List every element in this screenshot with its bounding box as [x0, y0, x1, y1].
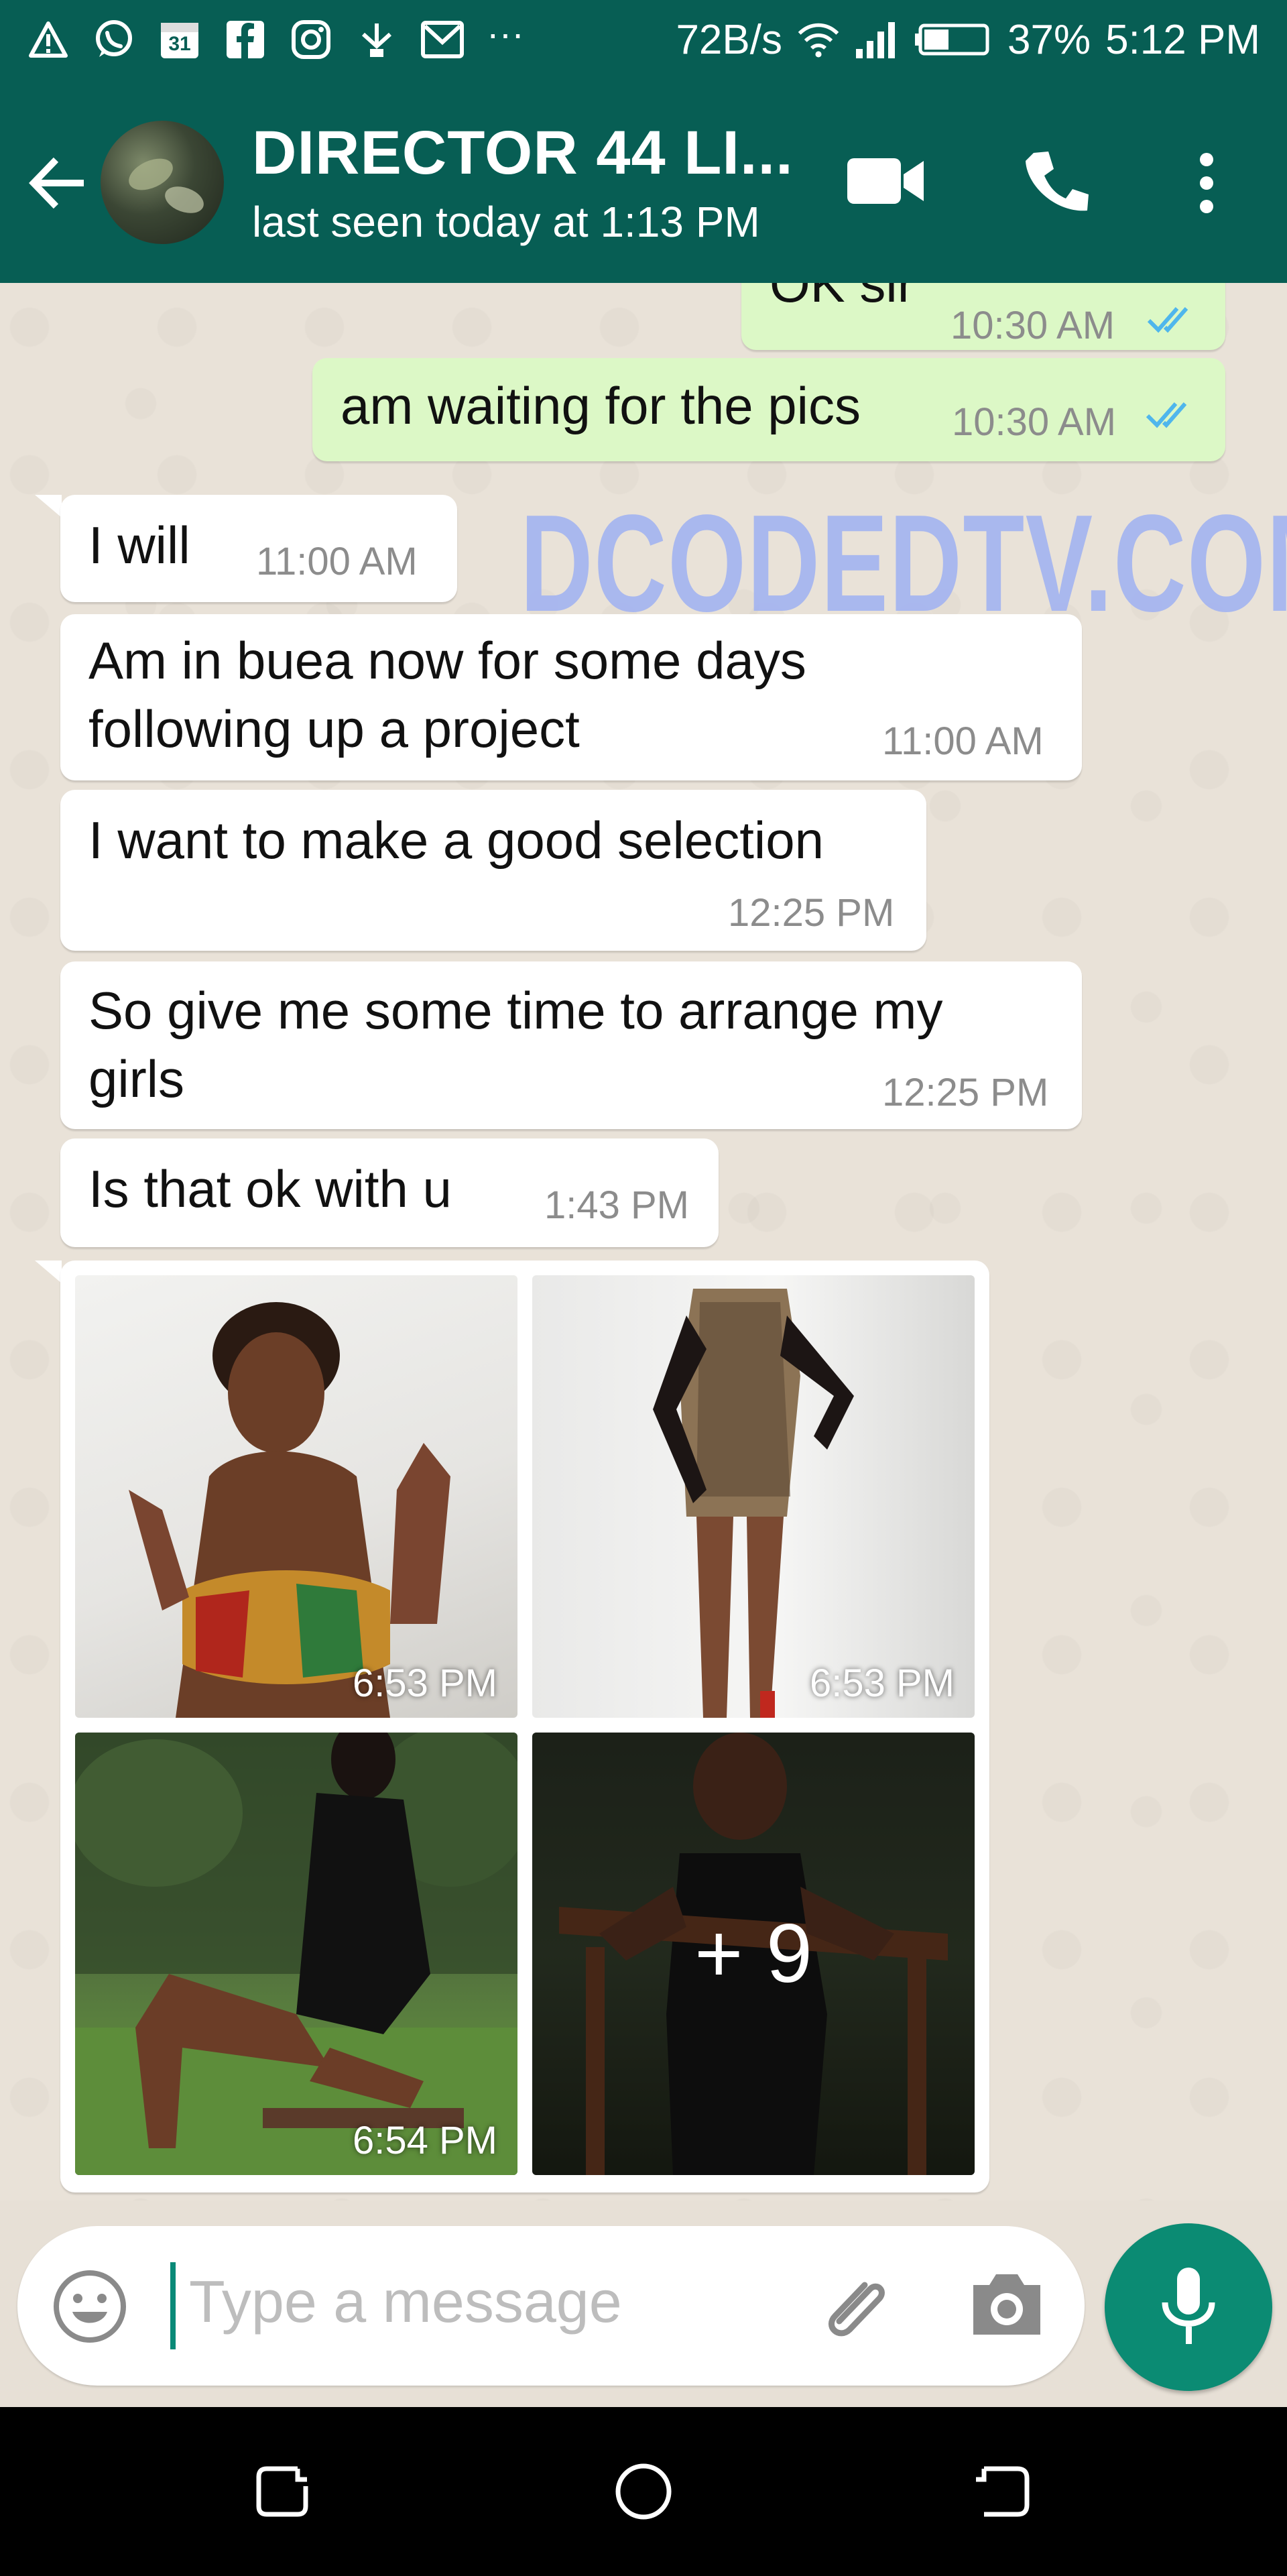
photo-thumbnail[interactable]: 6:53 PM	[532, 1275, 975, 1718]
message-incoming[interactable]: I want to make a good selection 12:25 PM	[60, 790, 926, 951]
status-bar: 31 ··· 72B/s 37% 5:12 PM	[0, 0, 1287, 79]
facebook-icon	[224, 18, 267, 61]
message-text-line: following up a project	[88, 699, 580, 758]
contact-name[interactable]: DIRECTOR 44 LI...	[252, 118, 794, 188]
photo-time: 6:53 PM	[353, 1661, 497, 1705]
message-text: I will	[88, 516, 190, 575]
nav-back-icon[interactable]	[971, 2459, 1035, 2524]
message-outgoing[interactable]: am waiting for the pics 10:30 AM	[312, 358, 1225, 461]
mic-icon[interactable]	[1105, 2223, 1272, 2391]
message-time: 11:00 AM	[882, 719, 1044, 763]
home-icon[interactable]	[611, 2459, 676, 2524]
message-incoming[interactable]: Am in buea now for some days following u…	[60, 614, 1082, 780]
message-text-line: Am in buea now for some days	[88, 631, 806, 690]
message-text-line: girls	[88, 1049, 185, 1108]
message-text: am waiting for the pics	[341, 376, 861, 435]
gmail-icon	[421, 18, 464, 61]
message-list[interactable]: OK sir 10:30 AM am waiting for the pics …	[0, 283, 1287, 2201]
message-text: Is that ok with u	[88, 1159, 452, 1218]
message-time: 11:00 AM	[256, 540, 418, 583]
attach-icon[interactable]	[812, 2264, 897, 2351]
message-time: 10:30 AM	[951, 304, 1115, 347]
calendar-icon: 31	[158, 18, 201, 61]
battery-icon	[912, 18, 993, 61]
camera-icon[interactable]	[968, 2268, 1046, 2345]
whatsapp-icon	[93, 18, 135, 61]
message-composer[interactable]: Type a message	[17, 2226, 1085, 2386]
usb-icon	[355, 18, 398, 61]
warning-icon	[27, 18, 70, 61]
photo-album[interactable]: 6:53 PM 6:53 PM 6:54 PM + 9	[60, 1261, 989, 2192]
message-time: 1:43 PM	[544, 1183, 689, 1227]
wifi-icon	[797, 18, 840, 61]
message-text-line: So give me some time to arrange my	[88, 981, 943, 1040]
avatar[interactable]	[101, 121, 224, 244]
emoji-icon[interactable]	[51, 2268, 129, 2349]
double-check-icon	[1147, 307, 1188, 333]
message-outgoing[interactable]: OK sir 10:30 AM	[741, 283, 1225, 350]
signal-icon	[855, 18, 898, 61]
message-incoming[interactable]: Is that ok with u 1:43 PM	[60, 1138, 719, 1247]
message-time: 10:30 AM	[952, 400, 1117, 444]
clock: 5:12 PM	[1105, 16, 1260, 63]
text-cursor	[170, 2262, 176, 2349]
photo-thumbnail[interactable]: 6:54 PM	[75, 1733, 517, 2175]
battery-percent: 37%	[1007, 16, 1091, 63]
back-arrow-icon[interactable]	[20, 146, 94, 220]
photo-image	[653, 1289, 854, 1718]
photo-image	[75, 1733, 517, 2175]
video-call-icon[interactable]	[846, 154, 926, 211]
more-photos-overlay[interactable]: + 9	[532, 1733, 975, 2175]
message-time: 12:25 PM	[882, 1071, 1049, 1114]
instagram-icon	[290, 18, 332, 61]
message-time: 12:25 PM	[728, 891, 895, 935]
message-incoming[interactable]: So give me some time to arrange my girls…	[60, 961, 1082, 1129]
more-notifications: ···	[487, 11, 524, 54]
voice-call-icon[interactable]	[1019, 146, 1093, 223]
system-nav-bar	[0, 2407, 1287, 2576]
last-seen-status: last seen today at 1:13 PM	[252, 198, 760, 246]
double-check-icon	[1146, 402, 1187, 428]
photo-thumbnail[interactable]: 6:53 PM	[75, 1275, 517, 1718]
photo-image	[129, 1302, 450, 1718]
message-text: I want to make a good selection	[88, 811, 824, 870]
calendar-day: 31	[168, 33, 191, 55]
more-vert-icon[interactable]	[1186, 146, 1227, 223]
message-incoming[interactable]: I will 11:00 AM	[60, 495, 457, 602]
message-text: OK sir	[770, 283, 915, 313]
chat-header: DIRECTOR 44 LI... last seen today at 1:1…	[0, 79, 1287, 283]
message-input[interactable]: Type a message	[189, 2268, 622, 2336]
photo-time: 6:54 PM	[353, 2119, 497, 2162]
photo-time: 6:53 PM	[810, 1661, 955, 1705]
network-speed: 72B/s	[676, 16, 782, 63]
photo-thumbnail[interactable]: + 9	[532, 1733, 975, 2175]
recents-icon[interactable]	[251, 2459, 315, 2524]
